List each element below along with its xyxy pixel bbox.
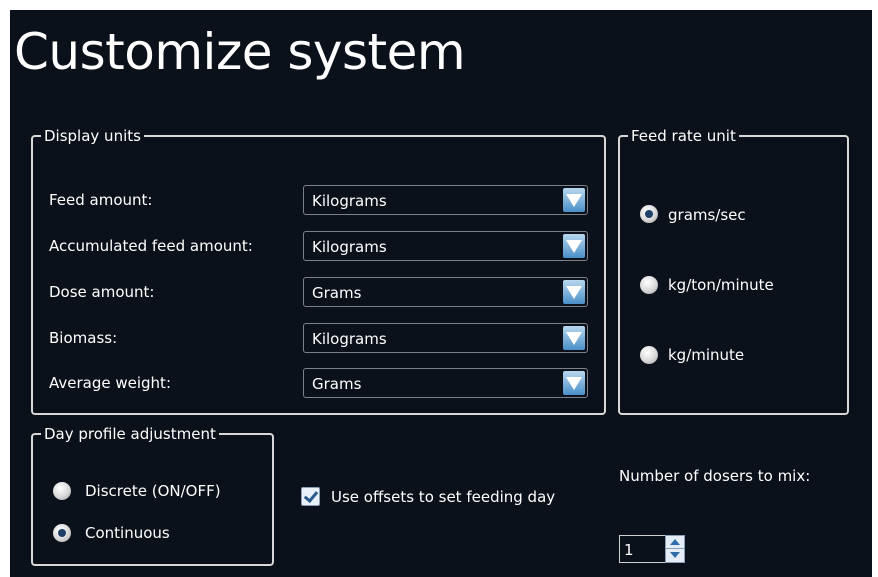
spinner-down-icon[interactable] <box>666 549 684 562</box>
chevron-down-icon[interactable] <box>563 326 585 350</box>
dose-amount-value: Grams <box>312 284 362 302</box>
grams-per-sec-radio[interactable] <box>640 205 658 223</box>
kg-minute-radio[interactable] <box>640 346 658 364</box>
biomass-select[interactable]: Kilograms <box>303 323 588 353</box>
biomass-value: Kilograms <box>312 330 387 348</box>
accumulated-feed-amount-select[interactable]: Kilograms <box>303 231 588 261</box>
biomass-label: Biomass: <box>49 329 118 347</box>
use-offsets-checkbox[interactable] <box>301 487 320 506</box>
day-profile-legend: Day profile adjustment <box>41 424 219 444</box>
discrete-radio[interactable] <box>53 482 71 500</box>
dose-amount-select[interactable]: Grams <box>303 277 588 307</box>
continuous-label[interactable]: Continuous <box>85 523 170 543</box>
grams-per-sec-label[interactable]: grams/sec <box>668 205 746 225</box>
accumulated-feed-amount-value: Kilograms <box>312 238 387 256</box>
display-units-legend: Display units <box>41 126 144 146</box>
chevron-down-icon[interactable] <box>563 371 585 395</box>
page-title: Customize system <box>14 23 466 81</box>
feed-amount-select[interactable]: Kilograms <box>303 185 588 215</box>
feed-amount-label: Feed amount: <box>49 191 153 209</box>
dosers-value: 1 <box>624 541 634 559</box>
up-down-arrows-icon[interactable] <box>665 535 685 563</box>
feed-rate-unit-group: Feed rate unit grams/sec kg/ton/minute k… <box>618 126 849 415</box>
customize-system-panel: Customize system Display units Feed amou… <box>10 10 872 577</box>
average-weight-label: Average weight: <box>49 374 171 392</box>
display-units-group: Display units Feed amount: Kilograms Acc… <box>31 126 606 415</box>
kg-ton-minute-radio[interactable] <box>640 276 658 294</box>
accumulated-feed-amount-label: Accumulated feed amount: <box>49 237 253 255</box>
feed-amount-value: Kilograms <box>312 192 387 210</box>
average-weight-select[interactable]: Grams <box>303 368 588 398</box>
dose-amount-label: Dose amount: <box>49 283 155 301</box>
chevron-down-icon[interactable] <box>563 280 585 304</box>
chevron-down-icon[interactable] <box>563 188 585 212</box>
spinner-up-icon[interactable] <box>666 536 684 549</box>
continuous-radio[interactable] <box>53 524 71 542</box>
kg-minute-label[interactable]: kg/minute <box>668 345 744 365</box>
dosers-label: Number of dosers to mix: <box>619 467 811 485</box>
kg-ton-minute-label[interactable]: kg/ton/minute <box>668 275 774 295</box>
feed-rate-unit-legend: Feed rate unit <box>628 126 739 146</box>
day-profile-group: Day profile adjustment Discrete (ON/OFF)… <box>31 424 274 566</box>
discrete-label[interactable]: Discrete (ON/OFF) <box>85 481 221 501</box>
use-offsets-label[interactable]: Use offsets to set feeding day <box>331 487 555 507</box>
average-weight-value: Grams <box>312 375 362 393</box>
chevron-down-icon[interactable] <box>563 234 585 258</box>
dosers-input[interactable]: 1 <box>619 535 665 563</box>
